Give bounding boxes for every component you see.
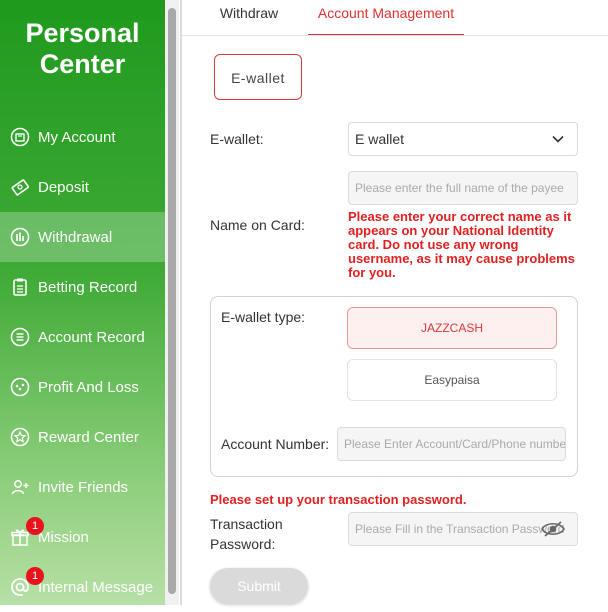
invite-icon: [10, 477, 30, 497]
sidebar-item-label: Reward Center: [38, 428, 139, 446]
divider: [180, 0, 182, 605]
reward-icon: [10, 427, 30, 447]
sidebar-item-label: Deposit: [38, 178, 89, 196]
sidebar-item-invite-friends[interactable]: Invite Friends: [0, 462, 165, 512]
sidebar-scrollbar-thumb[interactable]: [168, 8, 176, 594]
sidebar-item-label: Profit And Loss: [38, 378, 139, 396]
chevron-down-icon: [552, 135, 564, 143]
sidebar-item-label: Account Record: [38, 328, 145, 346]
account-icon: [10, 127, 30, 147]
sidebar-title-line2: Center: [39, 49, 126, 79]
tab-divider: [182, 35, 608, 36]
at-icon: 1: [10, 567, 44, 597]
name-on-card-label: Name on Card:: [210, 217, 305, 233]
sidebar-item-deposit[interactable]: Deposit: [0, 162, 165, 212]
transaction-password-label-line1: Transaction: [210, 516, 283, 532]
account-record-icon: [10, 327, 30, 347]
message-badge: 1: [26, 567, 44, 585]
submit-button[interactable]: Submit: [210, 568, 308, 604]
mission-badge: 1: [26, 517, 44, 535]
tab-withdraw[interactable]: Withdraw: [198, 0, 300, 34]
sidebar-item-mission[interactable]: 1 Mission: [0, 512, 165, 562]
ewallet-select-value: E wallet: [355, 131, 405, 147]
sidebar-title-line1: Personal: [25, 18, 140, 48]
profit-loss-icon: [10, 377, 30, 397]
transaction-password-label-line2: Password:: [210, 536, 276, 552]
name-warning: Please enter your correct name as it app…: [348, 209, 575, 280]
sidebar-item-label: Withdrawal: [38, 228, 113, 246]
sidebar-item-label: Betting Record: [38, 278, 138, 296]
ewallet-type-jazzcash[interactable]: JAZZCASH: [347, 307, 557, 349]
sidebar-item-my-account[interactable]: My Account: [0, 112, 165, 162]
sidebar: Personal Center My Account Deposit Withd…: [0, 0, 165, 605]
name-on-card-input[interactable]: Please enter the full name of the payee: [348, 171, 578, 205]
sidebar-item-label: Internal Message: [38, 578, 154, 596]
eye-slash-icon[interactable]: [541, 520, 565, 538]
sidebar-item-account-record[interactable]: Account Record: [0, 312, 165, 362]
sidebar-item-label: My Account: [38, 128, 116, 146]
deposit-icon: [10, 177, 30, 197]
ewallet-label: E-wallet:: [210, 131, 264, 147]
transaction-password-label: Transaction Password:: [210, 514, 283, 554]
ewallet-type-label: E-wallet type:: [221, 309, 306, 325]
sidebar-item-betting-record[interactable]: Betting Record: [0, 262, 165, 312]
tab-account-management[interactable]: Account Management: [308, 0, 464, 36]
sidebar-item-withdrawal[interactable]: Withdrawal: [0, 212, 165, 262]
transaction-password-warning: Please set up your transaction password.: [210, 492, 467, 507]
sidebar-item-reward-center[interactable]: Reward Center: [0, 412, 165, 462]
sidebar-title: Personal Center: [0, 18, 165, 80]
gift-icon: 1: [10, 517, 44, 547]
sidebar-item-label: Mission: [38, 528, 89, 546]
betting-record-icon: [10, 277, 30, 297]
withdrawal-icon: [10, 227, 30, 247]
account-number-input[interactable]: Please Enter Account/Card/Phone number: [337, 427, 566, 461]
ewallet-type-easypaisa[interactable]: Easypaisa: [347, 359, 557, 401]
ewallet-select[interactable]: E wallet: [348, 122, 578, 156]
ewallet-method-tab[interactable]: E-wallet: [214, 54, 302, 100]
account-number-label: Account Number:: [221, 436, 330, 452]
sidebar-item-label: Invite Friends: [38, 478, 129, 496]
sidebar-item-profit-and-loss[interactable]: Profit And Loss: [0, 362, 165, 412]
